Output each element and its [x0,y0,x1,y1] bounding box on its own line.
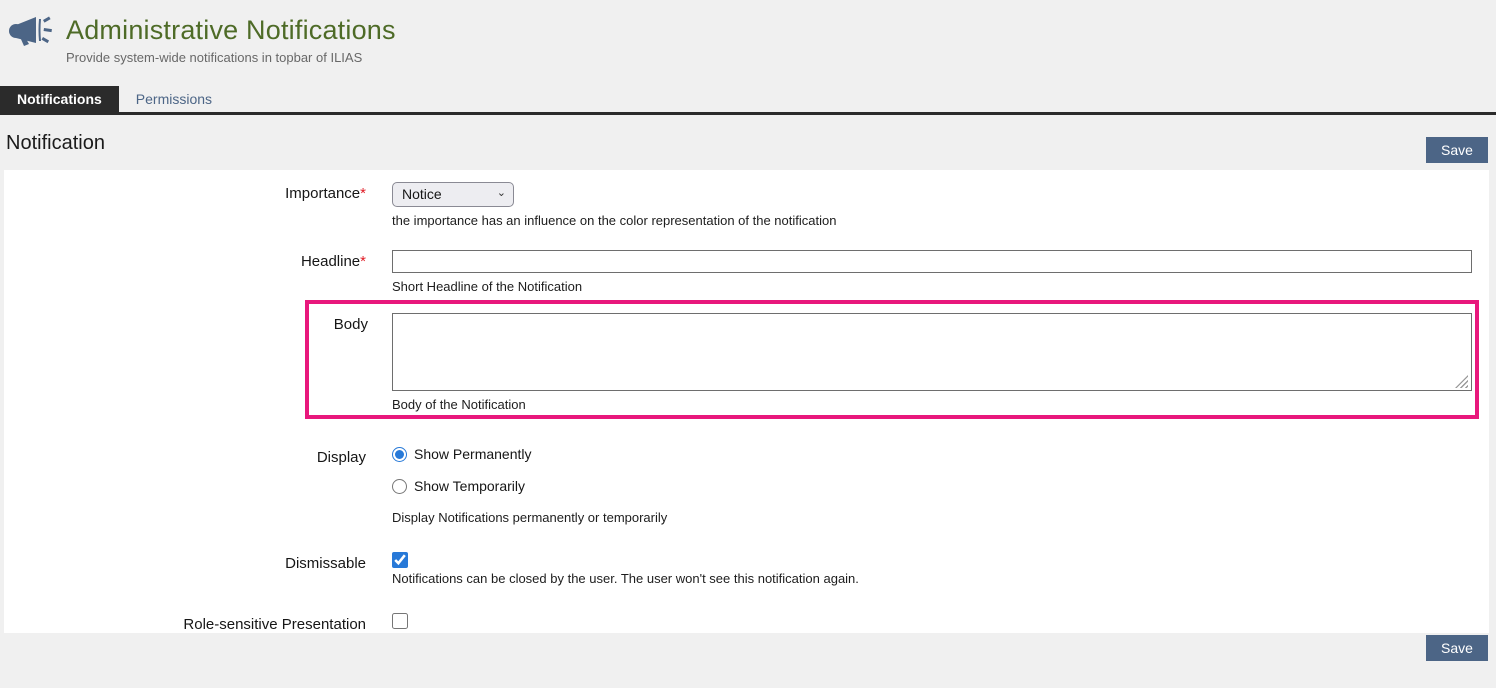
display-label: Display [4,446,392,525]
headline-input[interactable] [392,250,1472,273]
save-button-top[interactable]: Save [1426,137,1488,163]
role-sensitive-label: Role-sensitive Presentation [4,613,392,633]
dismissable-checkbox[interactable] [392,552,408,568]
body-textarea[interactable] [392,313,1472,391]
headline-row: Headline* Short Headline of the Notifica… [4,250,1489,294]
body-row: Body Body of the Notification [309,313,1475,412]
body-row-highlight: Body Body of the Notification [305,300,1479,419]
bottom-bar: Save [0,633,1496,683]
section-bar: Notification Save [0,115,1496,170]
dismissable-help: Notifications can be closed by the user.… [392,571,1489,586]
notification-form: Importance* Notice ⌄ the importance has … [4,170,1489,633]
form-section-title: Notification [6,132,105,155]
display-row: Display Show Permanently Show Temporaril… [4,446,1489,525]
required-marker: * [360,253,366,270]
display-help: Display Notifications permanently or tem… [392,510,1489,525]
role-sensitive-row: Role-sensitive Presentation Only the sel… [4,613,1489,633]
headline-label: Headline* [4,250,392,294]
megaphone-icon [8,13,54,47]
dismissable-row: Dismissable Notifications can be closed … [4,552,1489,586]
headline-help: Short Headline of the Notification [392,279,1489,294]
page-subtitle: Provide system-wide notifications in top… [66,50,1496,65]
importance-select[interactable]: Notice [392,182,514,207]
tab-permissions[interactable]: Permissions [119,86,229,112]
tabbar: Notifications Permissions [0,86,1496,115]
dismissable-label: Dismissable [4,552,392,586]
body-help: Body of the Notification [392,397,1475,412]
page-title: Administrative Notifications [66,15,396,46]
required-marker: * [360,185,366,202]
show-temporarily-label[interactable]: Show Temporarily [414,478,525,494]
page-header: Administrative Notifications Provide sys… [0,0,1496,65]
body-label: Body [309,313,392,412]
role-sensitive-checkbox[interactable] [392,613,408,629]
show-temporarily-radio[interactable] [392,479,407,494]
show-permanently-label[interactable]: Show Permanently [414,446,532,462]
save-button-bottom[interactable]: Save [1426,635,1488,661]
importance-help: the importance has an influence on the c… [392,213,1489,228]
importance-label: Importance* [4,182,392,228]
tab-notifications[interactable]: Notifications [0,86,119,112]
show-permanently-radio[interactable] [392,447,407,462]
importance-row: Importance* Notice ⌄ the importance has … [4,182,1489,228]
